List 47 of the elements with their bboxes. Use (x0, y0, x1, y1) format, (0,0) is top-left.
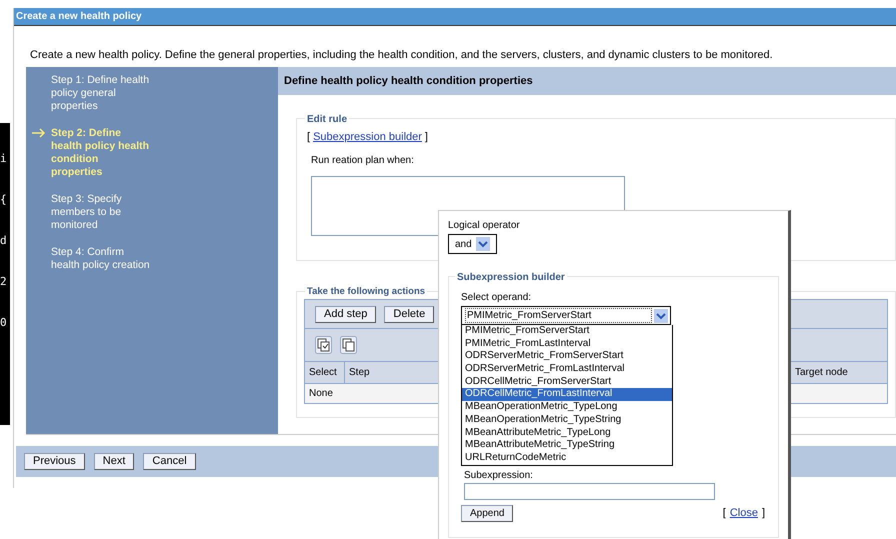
caret-icon (654, 308, 668, 322)
button[interactable]: Previous (24, 453, 85, 470)
operator-dropdown[interactable]: and (448, 234, 497, 254)
select-all-icon[interactable] (315, 336, 332, 354)
list-option[interactable]: PMIMetric_FromServerStart (462, 325, 672, 338)
caret-icon (476, 237, 490, 251)
column-header: Step (348, 366, 371, 380)
button[interactable]: Delete (384, 306, 434, 322)
button[interactable]: Cancel (143, 453, 196, 470)
background-glyph: d (0, 235, 8, 246)
window-title: Create a new health policy (14, 8, 896, 26)
subexpression-builder-link[interactable]: Subexpression builder (313, 129, 422, 146)
append-button[interactable]: Append (461, 504, 514, 522)
deselect-all-icon[interactable] (340, 336, 357, 354)
background-glyph: 2 (0, 276, 8, 287)
description: Create a new health policy. Define the general properties, including the health condition, and the servers, clusters, and dynamic clusters to be monitored. (29, 48, 774, 63)
bracket: [ (722, 506, 726, 521)
list-option[interactable]: PMIMetric_FromLastInterval (462, 338, 672, 350)
field-label: Subexpression: (464, 468, 534, 483)
background-glyph: { (0, 194, 8, 205)
operand-dropdown[interactable]: PMIMetric_FromServerStart (461, 306, 671, 325)
fieldset-legend: Subexpression builder (455, 270, 567, 285)
section-header: Define health policy health condition properties (278, 67, 896, 95)
bracket: [ (307, 130, 310, 145)
empty-table-text: None (309, 388, 333, 399)
column-header: Select (305, 362, 345, 383)
list-option[interactable]: MBeanAttributeMetric_TypeLong (462, 426, 672, 440)
button[interactable]: Next (94, 453, 134, 470)
list-option[interactable]: MBeanOperationMetric_TypeString (462, 414, 672, 426)
list-option[interactable]: URLReturnCodeMetric (462, 452, 672, 465)
list-option[interactable]: ODRServerMetric_FromServerStart (462, 350, 672, 364)
list-option[interactable]: MBeanAttributeMetric_TypeString (462, 439, 672, 452)
list-option[interactable]: ODRServerMetric_FromLastInterval (462, 363, 672, 376)
field-label: Select operand: (461, 291, 532, 305)
button[interactable]: Add step (315, 306, 376, 322)
list-option[interactable]: MBeanOperationMetric_TypeLong (462, 401, 672, 414)
subexpression-field[interactable] (464, 482, 715, 500)
background-glyph: i (0, 153, 8, 164)
field-label: Logical operator (448, 219, 521, 233)
background-glyph: 0 (0, 317, 8, 328)
bracket: ] (424, 130, 428, 145)
list-option[interactable]: ODRCellMetric_FromServerStart (462, 376, 672, 388)
arrow-icon (32, 128, 46, 138)
field-label: Run reation plan when: (311, 154, 415, 168)
list-option[interactable]: ODRCellMetric_FromLastInterval (462, 388, 672, 402)
bracket: ] (762, 506, 765, 521)
close-link[interactable]: Close (730, 504, 758, 522)
